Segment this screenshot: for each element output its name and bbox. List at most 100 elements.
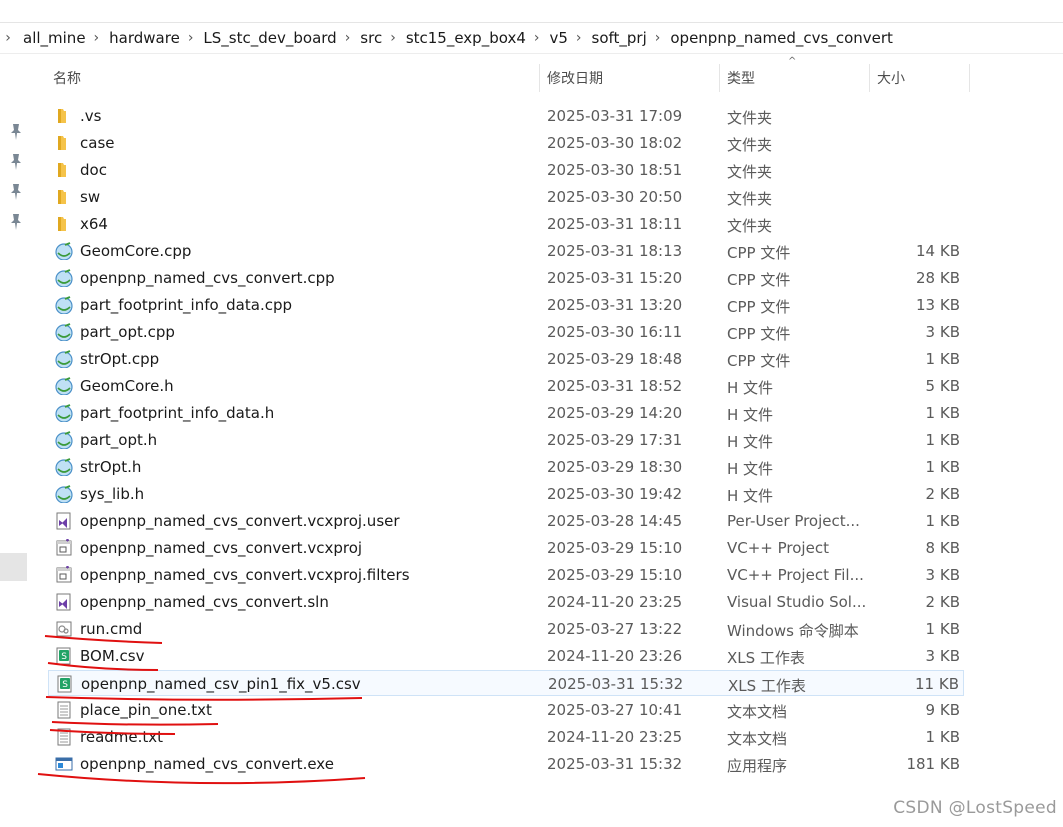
file-size: 14 KB [916,242,960,260]
breadcrumb-item[interactable]: all_mine [13,29,94,47]
file-date-modified: 2025-03-31 18:52 [547,377,683,395]
file-row[interactable]: strOpt.cpp 2025-03-29 18:48 CPP 文件 1 KB [48,346,964,372]
file-name: part_opt.h [80,431,158,449]
column-divider[interactable] [539,64,540,92]
pin-icon[interactable] [7,118,25,148]
breadcrumb-item[interactable]: hardware [99,29,188,47]
column-header-date[interactable]: 修改日期 [547,64,603,92]
file-size: 3 KB [925,323,960,341]
file-type: XLS 工作表 [728,677,806,695]
file-row[interactable]: x64 2025-03-31 18:11 文件夹 [48,211,964,237]
file-row[interactable]: openpnp_named_cvs_convert.exe 2025-03-31 … [48,751,964,777]
h-file-icon [55,458,73,476]
folder-icon [58,163,66,177]
file-date-modified: 2025-03-31 13:20 [547,296,683,314]
breadcrumb-item[interactable]: src [350,29,390,47]
file-date-modified: 2025-03-29 17:31 [547,431,683,449]
file-date-modified: 2025-03-28 14:45 [547,512,683,530]
file-name: run.cmd [80,620,143,638]
column-header-type[interactable]: 类型 [727,64,755,92]
folder-icon [58,190,66,204]
cmd-file-icon [56,621,72,637]
file-date-modified: 2025-03-31 15:32 [548,675,684,693]
file-row[interactable]: readme.txt 2024-11-20 23:25 文本文档 1 KB [48,724,964,750]
file-date-modified: 2025-03-31 18:13 [547,242,683,260]
file-type: 文件夹 [727,217,773,235]
chevron-right-icon[interactable]: › [3,30,13,46]
file-row[interactable]: run.cmd 2025-03-27 13:22 Windows 命令脚本 1 KB [48,616,964,642]
file-row[interactable]: case 2025-03-30 18:02 文件夹 [48,130,964,156]
file-row[interactable]: sys_lib.h 2025-03-30 19:42 H 文件 2 KB [48,481,964,507]
file-name: openpnp_named_cvs_convert.cpp [80,269,335,287]
breadcrumb-item[interactable]: soft_prj [582,29,655,47]
breadcrumb-item[interactable]: openpnp_named_cvs_convert [660,29,901,47]
file-row[interactable]: GeomCore.h 2025-03-31 18:52 H 文件 5 KB [48,373,964,399]
file-row[interactable]: doc 2025-03-30 18:51 文件夹 [48,157,964,183]
file-row[interactable]: openpnp_named_cvs_convert.sln 2024-11-20 … [48,589,964,615]
column-header-size[interactable]: 大小 [877,64,905,92]
file-row[interactable]: openpnp_named_cvs_convert.vcxproj 2025-03… [48,535,964,561]
file-date-modified: 2025-03-31 15:20 [547,269,683,287]
file-row[interactable]: S BOM.csv 2024-11-20 23:26 XLS 工作表 3 KB [48,643,964,669]
pin-icon[interactable] [7,178,25,208]
file-row[interactable]: openpnp_named_cvs_convert.vcxproj.filter… [48,562,964,588]
breadcrumb-item[interactable]: LS_stc_dev_board [193,29,344,47]
sln-file-icon [56,593,71,611]
file-type: CPP 文件 [727,325,791,343]
file-row[interactable]: .vs 2025-03-31 17:09 文件夹 [48,103,964,129]
svg-text:S: S [61,652,67,662]
column-divider[interactable] [869,64,870,92]
file-row[interactable]: place_pin_one.txt 2025-03-27 10:41 文本文档 9 K… [48,697,964,723]
csv-file-icon: S [56,647,71,665]
file-type: 文本文档 [727,703,788,721]
file-row[interactable]: openpnp_named_cvs_convert.vcxproj.user 20… [48,508,964,534]
folder-icon [58,109,66,123]
file-row[interactable]: part_footprint_info_data.cpp 2025-03-31 1… [48,292,964,318]
h-file-icon [55,404,73,422]
file-type: H 文件 [727,379,774,397]
breadcrumb: › all_mine › hardware › LS_stc_dev_board › src… [0,23,1063,54]
file-name: case [80,134,115,152]
folder-icon [58,136,66,150]
column-divider[interactable] [969,64,970,92]
csv-file-icon: S [57,675,72,693]
file-row[interactable]: openpnp_named_cvs_convert.cpp 2025-03-31 … [48,265,964,291]
cpp-file-icon [55,269,73,287]
file-size: 9 KB [925,701,960,719]
file-name: GeomCore.cpp [80,242,192,260]
file-row[interactable]: sw 2025-03-30 20:50 文件夹 [48,184,964,210]
nav-pane-selection[interactable] [0,553,27,581]
column-divider[interactable] [719,64,720,92]
file-type: XLS 工作表 [727,649,805,667]
file-row[interactable]: strOpt.h 2025-03-29 18:30 H 文件 1 KB [48,454,964,480]
file-row[interactable]: Sopenpnp_named_csv_pin1_fix_v5.csv 2025-0… [48,670,964,696]
file-name: sw [80,188,101,206]
file-date-modified: 2025-03-27 13:22 [547,620,683,638]
file-row[interactable]: GeomCore.cpp 2025-03-31 18:13 CPP 文件 14 KB [48,238,964,264]
breadcrumb-item[interactable]: v5 [539,29,575,47]
file-row[interactable]: part_opt.h 2025-03-29 17:31 H 文件 1 KB [48,427,964,453]
cpp-file-icon [55,323,73,341]
file-size: 3 KB [925,566,960,584]
file-date-modified: 2025-03-30 20:50 [547,188,683,206]
vs-user-file-icon [56,512,71,530]
breadcrumb-item[interactable]: stc15_exp_box4 [396,29,534,47]
file-size: 1 KB [925,458,960,476]
pin-icon[interactable] [7,148,25,178]
file-row[interactable]: part_opt.cpp 2025-03-30 16:11 CPP 文件 3 KB [48,319,964,345]
column-header-name[interactable]: 名称 [53,64,81,92]
file-date-modified: 2024-11-20 23:25 [547,728,683,746]
top-strip [0,0,1063,23]
file-name: openpnp_named_csv_pin1_fix_v5.csv [81,675,361,693]
file-size: 1 KB [925,512,960,530]
cpp-file-icon [55,296,73,314]
file-type: Windows 命令脚本 [727,622,859,640]
filters-file-icon [56,566,72,583]
file-name: BOM.csv [80,647,145,665]
cpp-file-icon [55,350,73,368]
file-row[interactable]: part_footprint_info_data.h 2025-03-29 14:… [48,400,964,426]
vcxproj-file-icon [56,539,72,556]
file-type: H 文件 [727,487,774,505]
pin-icon[interactable] [7,208,25,238]
file-name: openpnp_named_cvs_convert.vcxproj [80,539,363,557]
